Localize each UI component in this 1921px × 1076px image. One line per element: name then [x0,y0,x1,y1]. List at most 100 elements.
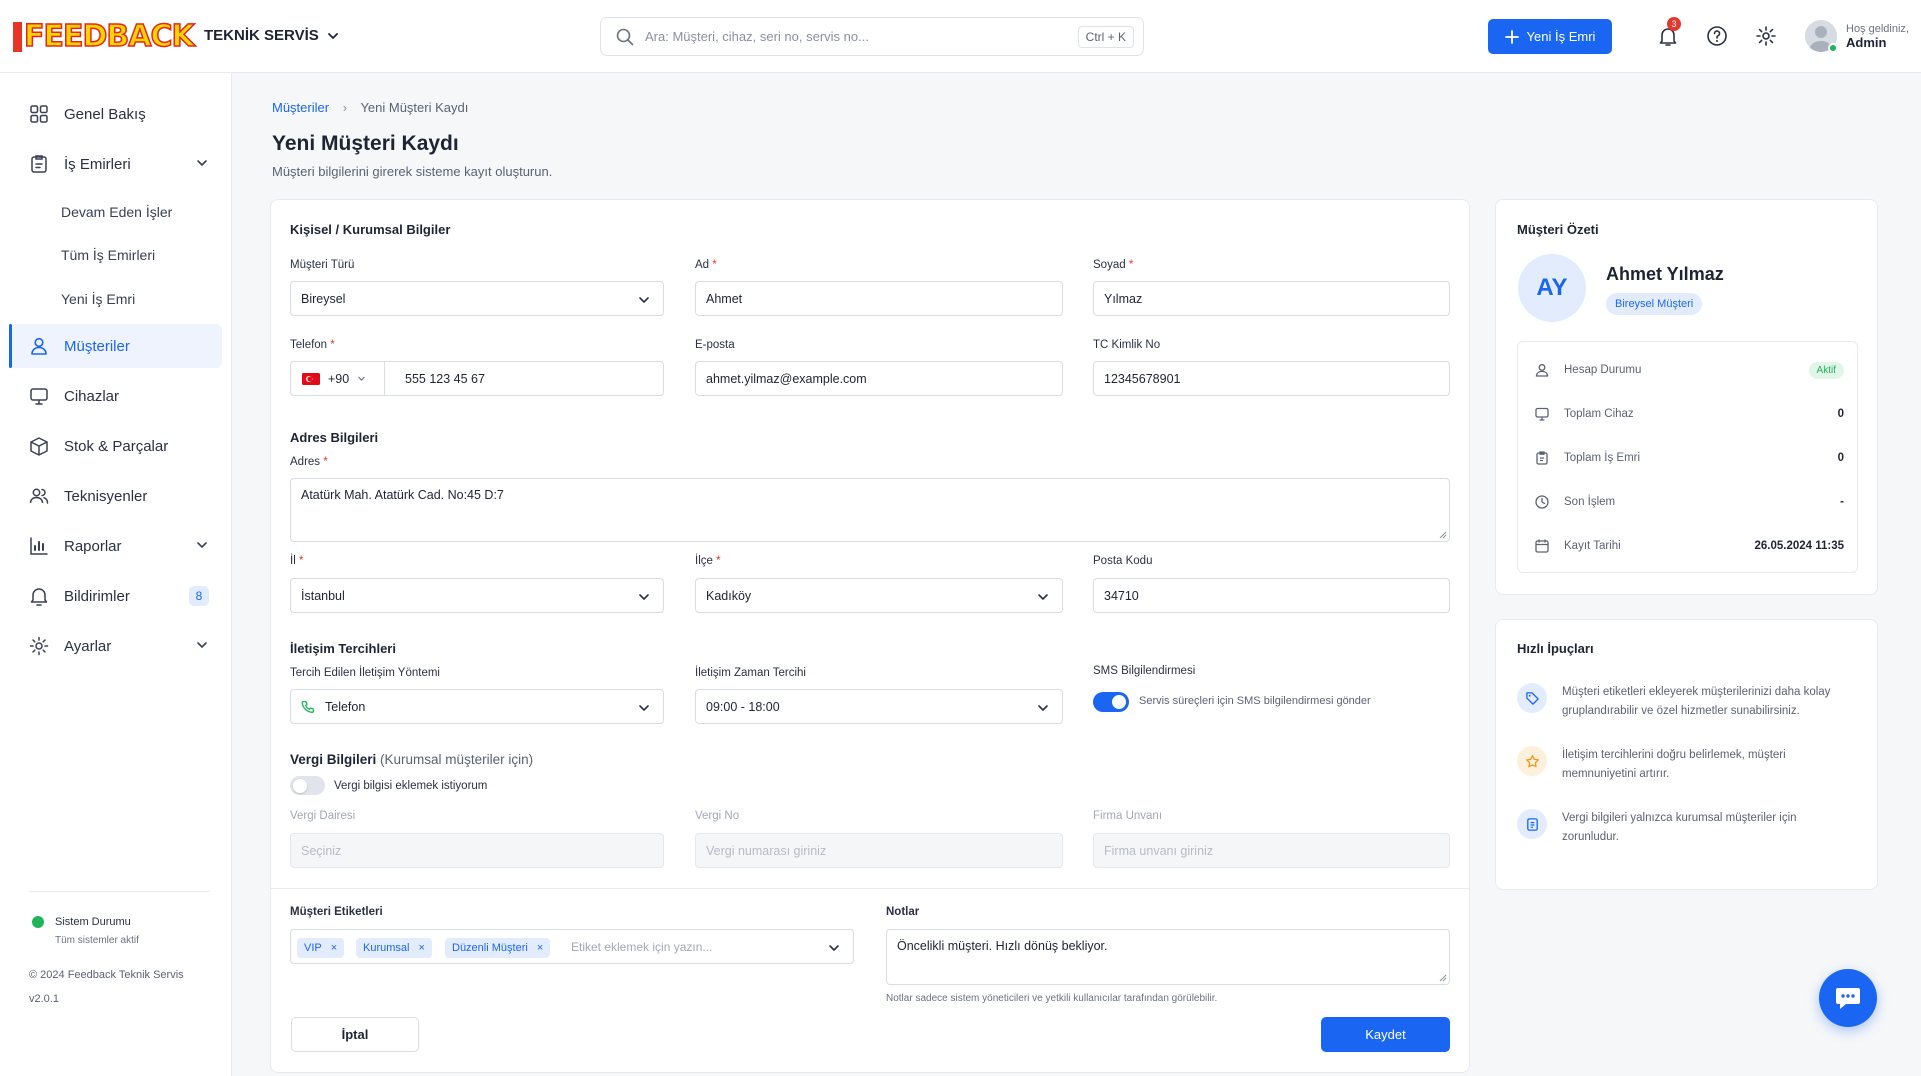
summary-row-label: Toplam İş Emri [1564,452,1641,464]
name-value: Ahmet [706,291,743,306]
summary-row-account-status: Hesap Durumu Aktif [1534,360,1844,380]
tax-title-note: (Kurumsal müşteriler için) [380,752,534,767]
tax-number-input[interactable]: Vergi numarası giriniz [695,833,1063,868]
sidebar-item-technicians[interactable]: Teknisyenler [9,474,222,518]
tag-chip: VIP × [297,938,345,958]
city-select[interactable]: İstanbul [290,578,664,613]
sidebar-item-overview[interactable]: Genel Bakış [9,92,222,136]
remove-tag-icon[interactable]: × [418,942,424,954]
tip-line: Müşteri etiketleri ekleyerek müşterileri… [1562,686,1831,698]
tip-line: zorunludur. [1562,831,1619,843]
search-shortcut: Ctrl + K [1077,25,1134,48]
tags-input[interactable]: VIP × Kurumsal × Düzenli Müşteri × Etiket e… [290,929,854,964]
surname-input[interactable]: Yılmaz [1093,281,1450,316]
sidebar-item-customers[interactable]: Müşteriler [9,324,222,368]
copyright-text: © 2024 Feedback Teknik Servis [29,969,184,981]
tag-icon [1517,683,1547,713]
district-select[interactable]: Kadıköy [695,578,1063,613]
postal-code-input[interactable]: 34710 [1093,578,1450,613]
tax-info-toggle[interactable] [290,776,325,795]
customer-type-select[interactable]: Bireysel [290,281,664,316]
cancel-button[interactable]: İptal [291,1017,419,1052]
company-title-input[interactable]: Firma unvanı giriniz [1093,833,1450,868]
sidebar-subitem-new-order[interactable]: Yeni İş Emri [61,291,135,307]
sidebar-item-work-orders[interactable]: İş Emirleri [9,142,222,186]
sidebar-item-settings[interactable]: Ayarlar [9,624,222,668]
contact-method-select[interactable]: Telefon [290,689,664,724]
toggle-knob [1112,695,1126,709]
summary-row-value: 0 [1837,452,1844,464]
new-work-order-button[interactable]: Yeni İş Emri [1488,19,1612,54]
toggle-knob [293,778,307,793]
tips-title: Hızlı İpuçları [1517,641,1594,656]
district-label: İlçe * [695,555,721,567]
sidebar-item-stock[interactable]: Stok & Parçalar [9,424,222,468]
clock-icon [1535,495,1549,509]
sidebar-item-reports[interactable]: Raporlar [9,524,222,568]
gear-icon[interactable] [1754,24,1778,48]
required-asterisk: * [330,339,335,351]
gear-icon [29,636,49,656]
resize-handle-icon[interactable] [1439,531,1447,539]
logo-mark [13,22,22,52]
breadcrumb-parent-link[interactable]: Müşteriler [272,100,329,115]
summary-row-last-activity: Son İşlem - [1534,492,1844,512]
email-input[interactable]: ahmet.yilmaz@example.com [695,361,1063,396]
city-label: İl * [290,555,303,567]
chevron-down-icon [829,945,839,952]
monitor-icon [1535,407,1549,421]
brand-logo[interactable]: FEEDBACK [13,19,195,54]
chart-icon [30,537,48,555]
postal-code-label: Posta Kodu [1093,555,1153,567]
tip-line: memnuniyetini artırır. [1562,768,1670,780]
tc-value: 12345678901 [1104,371,1181,386]
global-search[interactable]: Ara: Müşteri, cihaz, seri no, servis no.… [600,17,1144,56]
sidebar-subitem-ongoing[interactable]: Devam Eden İşler [61,204,172,220]
tax-office-label: Vergi Dairesi [290,810,356,822]
phone-field[interactable]: +90 555 123 45 67 [290,361,664,396]
tip-line: İletişim tercihlerini doğru belirlemek, … [1562,749,1786,761]
address-textarea[interactable]: Atatürk Mah. Atatürk Cad. No:45 D:7 [290,478,1450,542]
name-input[interactable]: Ahmet [695,281,1063,316]
sidebar-item-notifications[interactable]: Bildirimler 8 [9,574,222,618]
contact-time-select[interactable]: 09:00 - 18:00 [695,689,1063,724]
email-value: ahmet.yilmaz@example.com [706,371,867,386]
surname-label: Soyad * [1093,259,1133,271]
notification-count-badge: 3 [1667,17,1681,31]
name-label: Ad * [695,259,717,271]
chat-support-button[interactable] [1819,969,1877,1027]
summary-details: Hesap Durumu Aktif Toplam Cihaz 0 Toplam… [1517,341,1858,573]
grid-icon [30,105,48,123]
user-greeting[interactable]: Hoş geldiniz, Admin [1846,22,1909,50]
country-code-select[interactable]: +90 [291,362,385,395]
summary-row-registration-date: Kayıt Tarihi 26.05.2024 11:35 [1534,536,1844,556]
notes-textarea[interactable]: Öncelikli müşteri. Hızlı dönüş bekliyor. [886,929,1450,985]
chevron-down-icon [639,705,649,712]
summary-title: Müşteri Özeti [1517,222,1599,237]
resize-handle-icon[interactable] [1439,974,1447,982]
form-divider [271,888,1469,889]
save-button[interactable]: Kaydet [1321,1017,1450,1052]
phone-label: Telefon * [290,339,335,351]
sidebar-item-label: Teknisyenler [64,487,148,505]
users-icon [29,488,49,504]
sidebar-item-devices[interactable]: Cihazlar [9,374,222,418]
sms-toggle[interactable] [1093,692,1129,712]
customer-name: Ahmet Yılmaz [1606,264,1724,284]
tags-placeholder: Etiket eklemek için yazın... [571,940,713,954]
surname-value: Yılmaz [1104,291,1143,306]
tag-chip: Düzenli Müşteri × [445,938,551,958]
department-switcher[interactable]: TEKNİK SERVİS [204,27,339,44]
tc-input[interactable]: 12345678901 [1093,361,1450,396]
tax-office-select[interactable]: Seçiniz [290,833,664,868]
help-icon[interactable] [1705,24,1729,48]
bell-icon [30,588,48,606]
remove-tag-icon[interactable]: × [331,942,337,954]
search-input[interactable]: Ara: Müşteri, cihaz, seri no, servis no.… [645,29,1078,44]
sidebar-subitem-all-orders[interactable]: Tüm İş Emirleri [61,247,155,263]
sidebar-item-label: Genel Bakış [64,105,146,123]
tip-text: Müşteri etiketleri ekleyerek müşterileri… [1562,683,1830,721]
sms-description: Servis süreçleri için SMS bilgilendirmes… [1139,695,1371,707]
sidebar-item-label: Müşteriler [64,337,130,355]
remove-tag-icon[interactable]: × [537,942,543,954]
